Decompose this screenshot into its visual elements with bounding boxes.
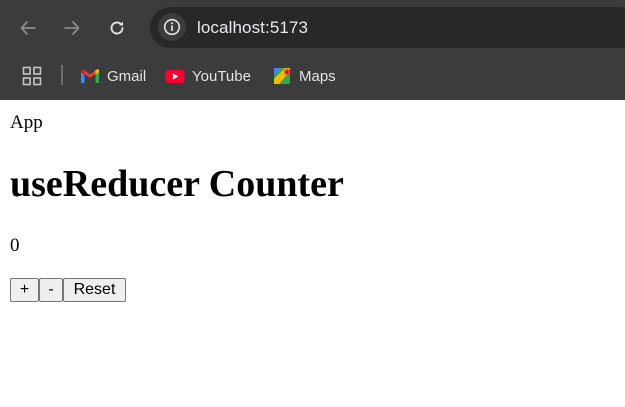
apps-grid-icon [22,66,42,86]
arrow-right-icon [64,21,80,35]
youtube-icon [165,67,185,85]
app-label: App [10,112,43,133]
reload-button[interactable] [101,12,133,44]
bookmark-gmail[interactable]: Gmail [80,63,146,89]
forward-button[interactable] [56,12,88,44]
reload-icon [110,21,124,35]
bookmark-label: YouTube [192,67,251,85]
gmail-icon [80,67,100,85]
apps-button[interactable] [21,65,43,87]
toolbar: localhost:5173 [0,0,625,55]
increment-button[interactable]: + [10,278,39,302]
bookmarks-bar: Gmail YouTube Maps [0,55,625,100]
bookmark-youtube[interactable]: YouTube [165,63,251,89]
reset-button[interactable]: Reset [63,278,126,302]
info-icon [163,18,181,36]
url-text[interactable]: localhost:5173 [197,18,308,38]
decrement-button[interactable]: - [39,278,63,302]
browser-chrome: localhost:5173 Gmail YouTube Maps [0,0,625,100]
maps-icon [272,67,292,85]
site-info-button[interactable] [158,13,186,41]
back-button[interactable] [12,12,44,44]
arrow-left-icon [20,21,36,35]
page-title: useReducer Counter [10,163,344,205]
bookmark-label: Gmail [107,67,147,85]
counter-controls: + - Reset [10,278,126,302]
address-bar[interactable]: localhost:5173 [150,7,625,48]
counter-value: 0 [10,235,20,256]
bookmark-maps[interactable]: Maps [272,63,336,89]
bookmarks-divider [61,65,63,85]
bookmark-label: Maps [299,67,336,85]
